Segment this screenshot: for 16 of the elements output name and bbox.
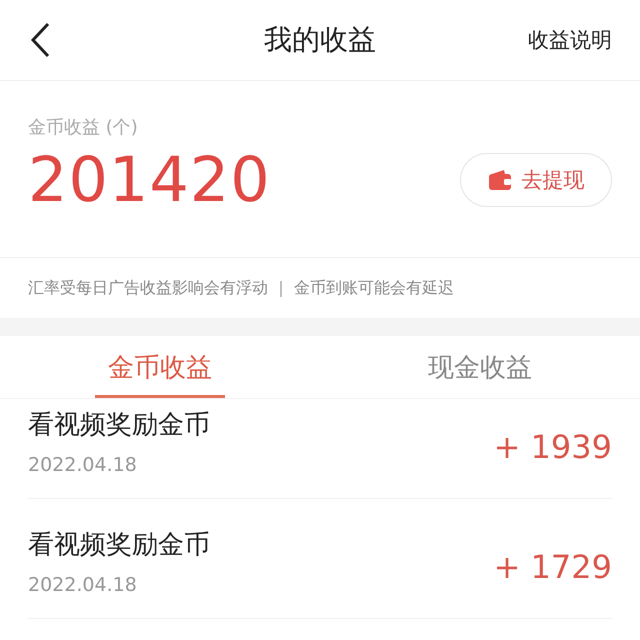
record-amount: + 1729 <box>494 546 612 586</box>
balance-label: 金币收益 (个) <box>28 116 139 139</box>
record-date: 2022.04.18 <box>28 574 138 596</box>
earnings-tab[interactable]: 现金收益 <box>320 336 640 398</box>
earnings-tab[interactable]: 金币收益 <box>0 336 320 398</box>
page-title: 我的收益 <box>264 23 376 56</box>
wallet-icon <box>488 168 512 190</box>
record-date: 2022.04.18 <box>28 454 138 476</box>
record-amount: + 1939 <box>494 426 612 466</box>
record-title: 看视频奖励金币 <box>28 409 210 442</box>
coin-balance: 201420 <box>28 143 271 216</box>
notice-text: 汇率受每日广告收益影响会有浮动 ｜ 金币到账可能会有延迟 <box>28 278 454 298</box>
earnings-info-link[interactable]: 收益说明 <box>528 26 612 54</box>
back-icon <box>30 22 50 58</box>
record-title: 看视频奖励金币 <box>28 529 210 562</box>
withdraw-button[interactable]: 去提现 <box>460 152 612 206</box>
